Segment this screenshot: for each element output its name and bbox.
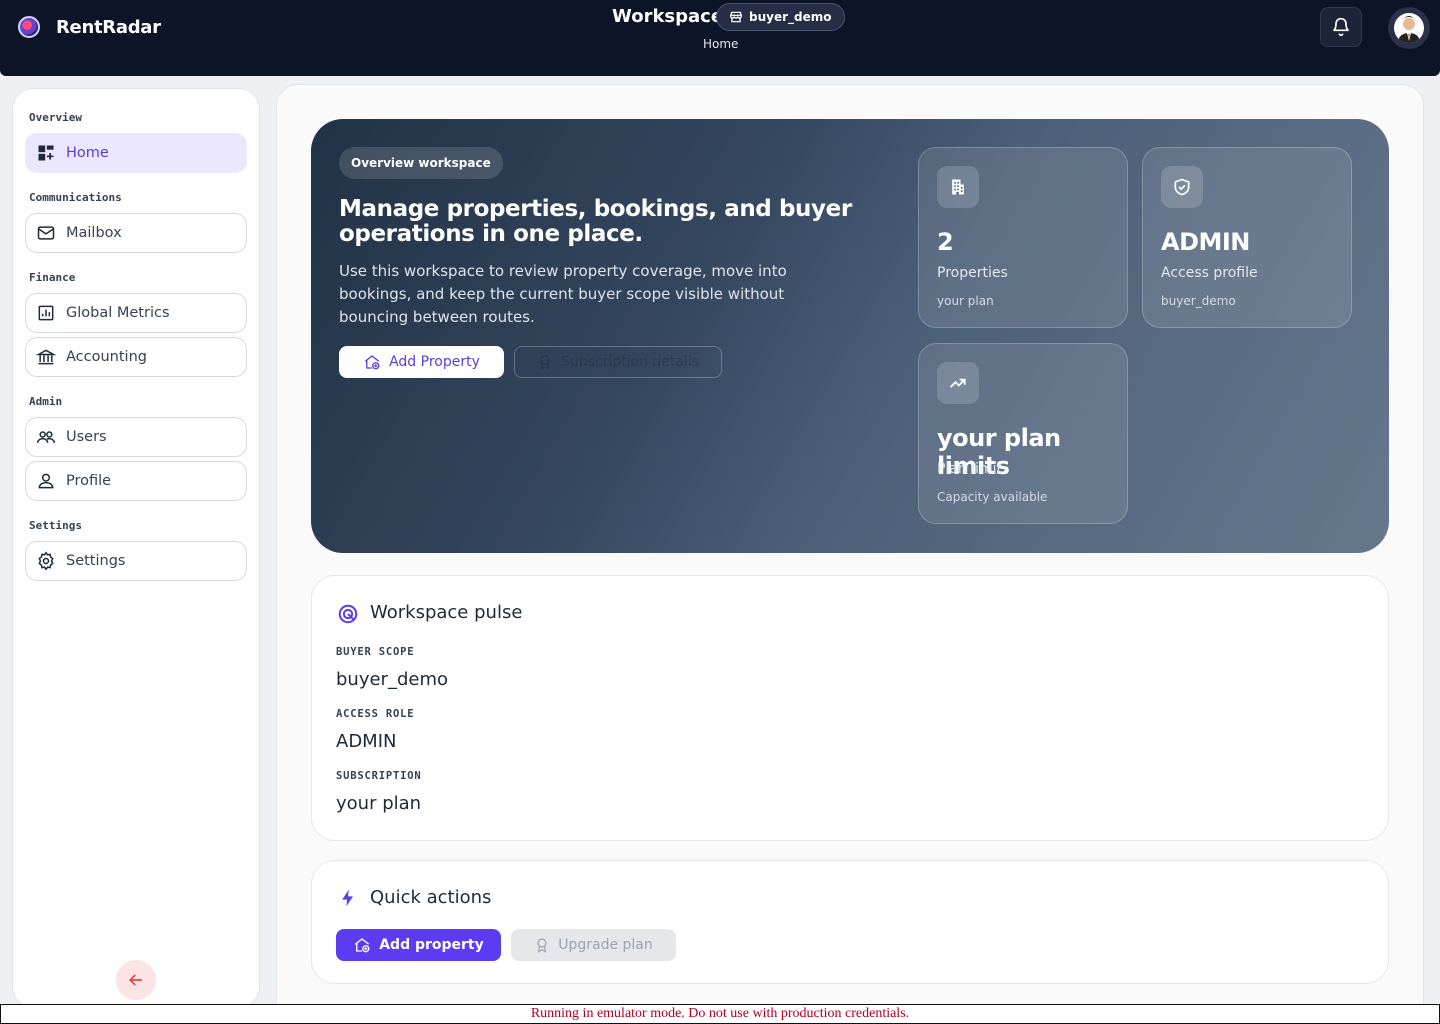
- sidebar-section-finance: Finance: [29, 271, 76, 284]
- emulator-warning-banner: Running in emulator mode. Do not use wit…: [0, 1004, 1440, 1024]
- stat-card-access-profile: ADMIN Access profile buyer_demo: [1142, 147, 1352, 328]
- pulse-value-access-role: ADMIN: [336, 731, 397, 752]
- brand-logo-icon: [18, 16, 40, 38]
- sidebar-item-label: Global Metrics: [66, 305, 170, 321]
- sidebar-item-label: Mailbox: [66, 225, 122, 241]
- dashboard-icon: [38, 145, 54, 161]
- top-bar: RentRadar Workspace buyer_demo Home: [0, 0, 1440, 76]
- badge-icon: [540, 355, 550, 370]
- gear-icon: [38, 551, 54, 571]
- chart-icon: [38, 305, 54, 321]
- sidebar: Overview Home Communications Mailbox Fin…: [12, 88, 260, 1008]
- house-add-icon: [364, 355, 380, 370]
- person-icon: [38, 473, 54, 489]
- arrow-left-icon: [128, 974, 142, 986]
- breadcrumb: Home: [703, 37, 739, 51]
- stat-note: your plan: [937, 294, 994, 308]
- hero-title: Manage properties, bookings, and buyer o…: [339, 196, 852, 247]
- hero-banner: Overview workspace Manage properties, bo…: [311, 119, 1389, 553]
- pulse-label-buyer-scope: BUYER SCOPE: [336, 646, 415, 658]
- workspace-pulse-panel: Workspace pulse BUYER SCOPE buyer_demo A…: [311, 575, 1389, 841]
- sidebar-section-settings: Settings: [29, 519, 82, 532]
- user-avatar-icon: [1394, 13, 1424, 43]
- pulse-value-subscription: your plan: [336, 793, 422, 814]
- add-property-button[interactable]: Add Property: [339, 346, 504, 378]
- notifications-button[interactable]: [1320, 7, 1362, 47]
- hero-description: Use this workspace to review property co…: [339, 262, 787, 326]
- brand-name: RentRadar: [56, 16, 161, 38]
- sidebar-item-settings[interactable]: Settings: [25, 541, 247, 581]
- stat-note: buyer_demo: [1161, 294, 1236, 308]
- quick-add-property-label: Add property: [379, 937, 484, 953]
- stat-card-properties: 2 Properties your plan: [918, 147, 1128, 328]
- quick-add-property-button[interactable]: Add property: [336, 929, 501, 961]
- stat-label: Properties: [937, 265, 1008, 281]
- add-property-label: Add Property: [389, 354, 480, 370]
- sidebar-item-label: Profile: [66, 473, 112, 489]
- quick-actions-title: Quick actions: [370, 887, 492, 908]
- sidebar-item-global-metrics[interactable]: Global Metrics: [25, 293, 247, 333]
- page-title: Workspace: [612, 6, 724, 27]
- badge-icon: [537, 938, 547, 953]
- house-add-icon: [355, 938, 370, 953]
- stat-note: Capacity available: [937, 490, 1048, 504]
- bank-icon: [36, 349, 56, 365]
- bell-icon: [1333, 17, 1349, 37]
- sidebar-item-label: Users: [66, 429, 107, 445]
- stat-value: ADMIN: [1161, 228, 1250, 256]
- upgrade-plan-label: Upgrade plan: [558, 937, 653, 953]
- workspace-chip[interactable]: buyer_demo: [716, 3, 845, 31]
- sidebar-item-profile[interactable]: Profile: [25, 461, 247, 501]
- workspace-chip-label: buyer_demo: [749, 10, 832, 24]
- store-icon: [730, 11, 742, 23]
- pulse-value-buyer-scope: buyer_demo: [336, 669, 449, 690]
- upgrade-plan-button[interactable]: Upgrade plan: [511, 929, 676, 961]
- hero-chip: Overview workspace: [339, 147, 503, 179]
- pulse-label-subscription: SUBSCRIPTION: [336, 770, 422, 782]
- stat-card-plan-limit: your plan limits Plan limit Capacity ava…: [918, 343, 1128, 524]
- stat-label: Plan limit: [937, 461, 1003, 477]
- lightning-icon: [342, 889, 353, 907]
- brand[interactable]: RentRadar: [18, 16, 161, 38]
- sidebar-item-label: Home: [66, 145, 109, 161]
- mail-icon: [37, 226, 55, 240]
- shield-icon: [1174, 178, 1190, 196]
- sidebar-item-accounting[interactable]: Accounting: [25, 337, 247, 377]
- sidebar-item-mailbox[interactable]: Mailbox: [25, 213, 247, 253]
- stat-value: 2: [937, 228, 954, 256]
- sidebar-item-home[interactable]: Home: [25, 133, 247, 173]
- target-icon: [338, 604, 358, 624]
- building-icon: [952, 179, 964, 195]
- sidebar-item-users[interactable]: Users: [25, 417, 247, 457]
- sidebar-section-admin: Admin: [29, 395, 63, 408]
- stat-label: Access profile: [1161, 265, 1258, 281]
- sidebar-item-label: Accounting: [66, 349, 147, 365]
- quick-actions-panel: Quick actions Add property Upgrade plan: [311, 860, 1389, 984]
- subscription-details-button[interactable]: Subscription details: [514, 346, 722, 378]
- sidebar-section-overview: Overview: [29, 111, 82, 124]
- collapse-sidebar-button[interactable]: [116, 960, 156, 1000]
- workspace-pulse-title: Workspace pulse: [370, 602, 523, 623]
- sidebar-item-label: Settings: [66, 553, 126, 569]
- users-icon: [36, 431, 56, 443]
- sidebar-section-communications: Communications: [29, 191, 122, 204]
- pulse-label-access-role: ACCESS ROLE: [336, 708, 415, 720]
- avatar[interactable]: [1388, 7, 1430, 49]
- subscription-details-label: Subscription details: [560, 354, 700, 370]
- trending-up-icon: [949, 378, 966, 388]
